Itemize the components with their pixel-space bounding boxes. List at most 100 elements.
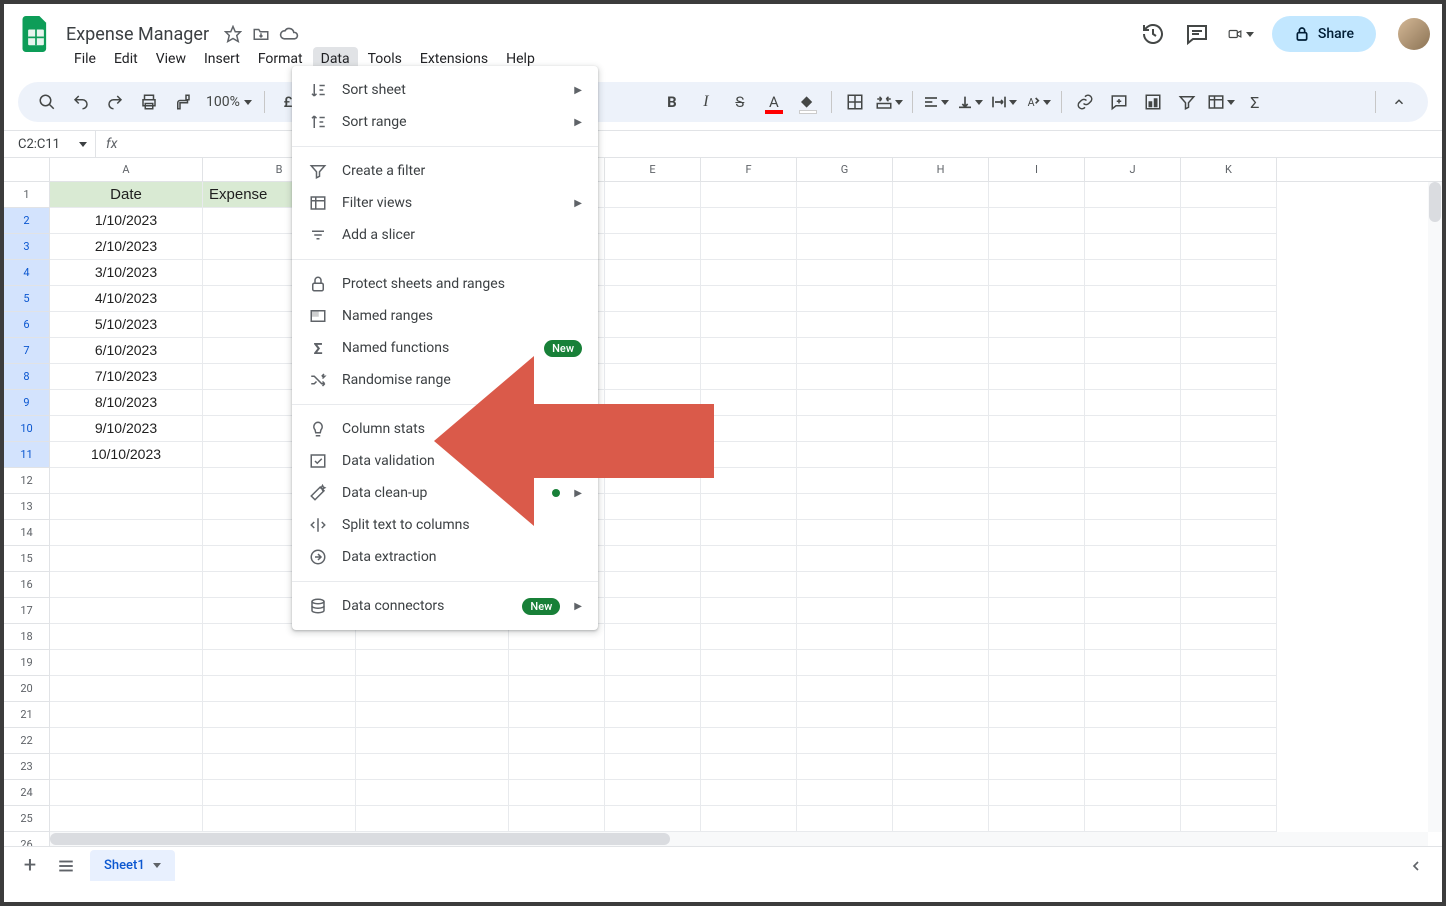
cell[interactable]: [356, 702, 509, 728]
cell[interactable]: [1181, 182, 1277, 208]
italic-icon[interactable]: I: [691, 87, 721, 117]
cell[interactable]: [1085, 234, 1181, 260]
cell[interactable]: [893, 208, 989, 234]
all-sheets-button[interactable]: [54, 854, 78, 878]
row-header[interactable]: 7: [4, 338, 50, 364]
bold-icon[interactable]: B: [657, 87, 687, 117]
cell[interactable]: [1085, 572, 1181, 598]
cell[interactable]: [893, 676, 989, 702]
cell[interactable]: [1181, 598, 1277, 624]
cell[interactable]: [1181, 494, 1277, 520]
cell[interactable]: [203, 728, 356, 754]
functions-icon[interactable]: Σ: [1240, 87, 1270, 117]
cell[interactable]: [1085, 494, 1181, 520]
cell[interactable]: [989, 728, 1085, 754]
sheets-logo[interactable]: [16, 14, 56, 54]
cell[interactable]: 4/10/2023: [50, 286, 203, 312]
cell[interactable]: [50, 702, 203, 728]
cell[interactable]: [893, 754, 989, 780]
cell[interactable]: [1181, 546, 1277, 572]
cell[interactable]: [605, 624, 701, 650]
cell[interactable]: [1085, 364, 1181, 390]
cell[interactable]: [509, 754, 605, 780]
merge-icon[interactable]: [874, 87, 904, 117]
cell[interactable]: [989, 520, 1085, 546]
cell[interactable]: [605, 676, 701, 702]
cell[interactable]: [797, 702, 893, 728]
paint-format-icon[interactable]: [168, 87, 198, 117]
undo-icon[interactable]: [66, 87, 96, 117]
tab-nav-left[interactable]: [1404, 854, 1428, 878]
cell[interactable]: [1181, 806, 1277, 832]
comment-icon[interactable]: [1184, 21, 1210, 47]
cell[interactable]: [893, 806, 989, 832]
cell[interactable]: [1085, 468, 1181, 494]
cell[interactable]: [203, 780, 356, 806]
cell[interactable]: [989, 416, 1085, 442]
cell[interactable]: [797, 520, 893, 546]
cell[interactable]: [203, 806, 356, 832]
cell[interactable]: [605, 702, 701, 728]
cell[interactable]: 1/10/2023: [50, 208, 203, 234]
cell[interactable]: 2/10/2023: [50, 234, 203, 260]
cell[interactable]: [605, 208, 701, 234]
cell[interactable]: [356, 754, 509, 780]
cell[interactable]: [701, 390, 797, 416]
cell[interactable]: [701, 598, 797, 624]
cell[interactable]: [797, 598, 893, 624]
search-icon[interactable]: [32, 87, 62, 117]
cell[interactable]: [797, 234, 893, 260]
menu-item-sort-range[interactable]: Sort range▶: [292, 106, 598, 138]
row-header[interactable]: 9: [4, 390, 50, 416]
row-header[interactable]: 19: [4, 650, 50, 676]
cell[interactable]: [893, 650, 989, 676]
col-header-H[interactable]: H: [893, 158, 989, 181]
cell[interactable]: [203, 650, 356, 676]
cell[interactable]: [1085, 390, 1181, 416]
cell[interactable]: [701, 754, 797, 780]
row-header[interactable]: 6: [4, 312, 50, 338]
cell[interactable]: [701, 676, 797, 702]
menu-edit[interactable]: Edit: [106, 47, 146, 71]
cell[interactable]: [1085, 416, 1181, 442]
cell[interactable]: [701, 364, 797, 390]
meet-icon[interactable]: [1228, 21, 1254, 47]
cell[interactable]: [797, 806, 893, 832]
zoom-level[interactable]: 100%: [202, 94, 256, 110]
cell[interactable]: [701, 572, 797, 598]
row-header[interactable]: 11: [4, 442, 50, 468]
row-header[interactable]: 26: [4, 832, 50, 846]
collapse-icon[interactable]: [1384, 87, 1414, 117]
cell[interactable]: [1085, 624, 1181, 650]
cell[interactable]: [605, 286, 701, 312]
cell[interactable]: [605, 650, 701, 676]
cell[interactable]: 3/10/2023: [50, 260, 203, 286]
insert-comment-icon[interactable]: [1104, 87, 1134, 117]
cell[interactable]: [203, 702, 356, 728]
row-header[interactable]: 21: [4, 702, 50, 728]
menu-file[interactable]: File: [66, 47, 104, 71]
halign-icon[interactable]: [921, 87, 951, 117]
cell[interactable]: [1181, 650, 1277, 676]
cell[interactable]: [50, 676, 203, 702]
horizontal-scrollbar[interactable]: [50, 832, 1428, 846]
sheet-tab[interactable]: Sheet1: [90, 850, 175, 881]
cell[interactable]: [50, 728, 203, 754]
row-header[interactable]: 22: [4, 728, 50, 754]
row-header[interactable]: 23: [4, 754, 50, 780]
col-header-K[interactable]: K: [1181, 158, 1277, 181]
cell[interactable]: [1181, 260, 1277, 286]
cell[interactable]: [1181, 390, 1277, 416]
cell[interactable]: [701, 234, 797, 260]
cell[interactable]: [893, 520, 989, 546]
cell[interactable]: [50, 624, 203, 650]
cell[interactable]: [1181, 780, 1277, 806]
row-header[interactable]: 10: [4, 416, 50, 442]
cell[interactable]: 7/10/2023: [50, 364, 203, 390]
col-header-E[interactable]: E: [605, 158, 701, 181]
cell[interactable]: [701, 546, 797, 572]
cell[interactable]: [356, 650, 509, 676]
row-header[interactable]: 17: [4, 598, 50, 624]
cell[interactable]: [989, 468, 1085, 494]
cell[interactable]: [50, 572, 203, 598]
